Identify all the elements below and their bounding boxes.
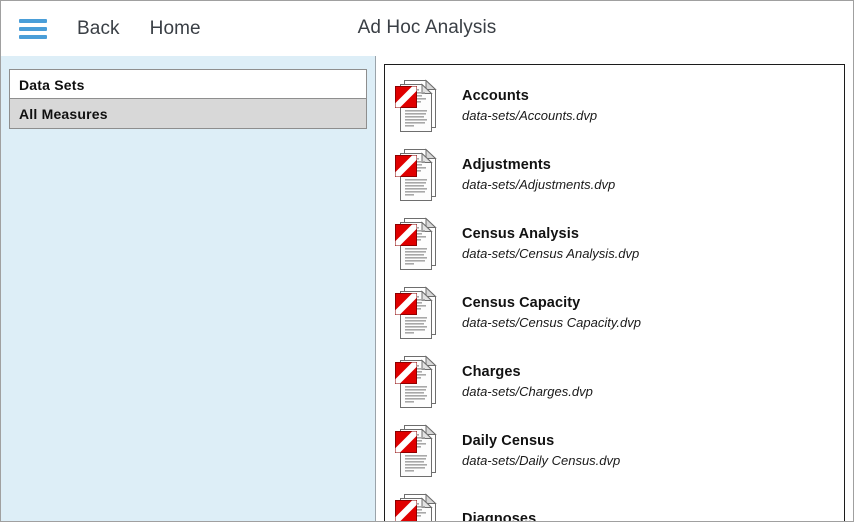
data-set-list-item[interactable]: Accounts data-sets/Accounts.dvp — [385, 71, 844, 140]
hamburger-bar — [19, 26, 47, 31]
data-set-name: Charges — [462, 363, 521, 380]
data-set-name: Diagnoses — [462, 511, 537, 521]
sidebar-item-all-measures[interactable]: All Measures — [9, 99, 367, 129]
data-set-name: Census Capacity — [462, 294, 581, 311]
home-button[interactable]: Home — [150, 18, 201, 40]
dvp-document-icon — [394, 78, 440, 134]
data-set-list-item[interactable]: Census Capacity data-sets/Census Capacity… — [385, 278, 844, 347]
dvp-document-icon — [394, 147, 440, 203]
dvp-document-icon — [394, 354, 440, 410]
back-button[interactable]: Back — [77, 18, 120, 40]
data-set-path: data-sets/Census Capacity.dvp — [462, 314, 641, 330]
data-set-list-item[interactable]: Diagnoses — [385, 485, 844, 521]
dvp-document-icon — [394, 216, 440, 272]
hamburger-bar — [19, 34, 47, 39]
data-set-labels: Adjustments data-sets/Adjustments.dvp — [462, 156, 615, 194]
data-set-name: Census Analysis — [462, 225, 580, 242]
data-set-labels: Census Analysis data-sets/Census Analysis… — [462, 225, 639, 263]
data-set-labels: Diagnoses — [462, 510, 536, 521]
app-header: Back Home Ad Hoc Analysis — [1, 1, 853, 56]
data-set-list-item[interactable]: Daily Census data-sets/Daily Census.dvp — [385, 416, 844, 485]
data-set-name: Accounts — [462, 87, 529, 104]
data-set-list-item[interactable]: Adjustments data-sets/Adjustments.dvp — [385, 140, 844, 209]
hamburger-bar — [19, 18, 47, 23]
data-set-path: data-sets/Census Analysis.dvp — [462, 245, 640, 261]
file-panel: Accounts data-sets/Accounts.dvp Adjustment… — [376, 56, 853, 521]
dvp-document-icon — [394, 423, 440, 479]
data-set-list-item[interactable]: Census Analysis data-sets/Census Analysis… — [385, 209, 844, 278]
data-set-path: data-sets/Accounts.dvp — [462, 107, 598, 123]
hamburger-menu-icon[interactable] — [19, 15, 53, 43]
data-set-path: data-sets/Adjustments.dvp — [462, 176, 616, 192]
application-window: Back Home Ad Hoc Analysis Data Sets All … — [0, 0, 854, 522]
data-set-path: data-sets/Daily Census.dvp — [462, 452, 621, 468]
sidebar: Data Sets All Measures — [1, 56, 376, 521]
data-set-labels: Daily Census data-sets/Daily Census.dvp — [462, 432, 620, 470]
data-set-labels: Charges data-sets/Charges.dvp — [462, 363, 593, 401]
content-area: Data Sets All Measures Accounts data-sets… — [1, 56, 853, 521]
data-set-list-item[interactable]: Charges data-sets/Charges.dvp — [385, 347, 844, 416]
data-set-labels: Census Capacity data-sets/Census Capacity… — [462, 294, 641, 332]
data-set-name: Daily Census — [462, 432, 555, 449]
dvp-document-icon — [394, 285, 440, 341]
data-set-path: data-sets/Charges.dvp — [462, 383, 593, 399]
data-set-list[interactable]: Accounts data-sets/Accounts.dvp Adjustment… — [384, 64, 845, 521]
data-set-labels: Accounts data-sets/Accounts.dvp — [462, 87, 597, 125]
sidebar-item-data-sets[interactable]: Data Sets — [9, 69, 367, 99]
page-title: Ad Hoc Analysis — [357, 17, 497, 38]
data-set-name: Adjustments — [462, 156, 551, 173]
dvp-document-icon — [394, 492, 440, 521]
